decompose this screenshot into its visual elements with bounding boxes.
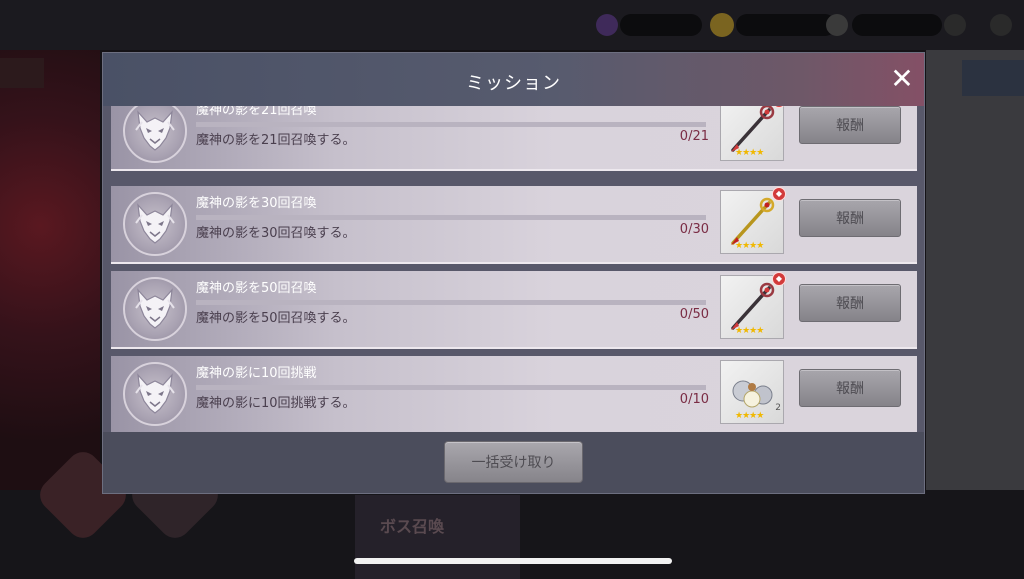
mission-description: 魔神の影を30回召喚する。 xyxy=(196,226,356,241)
mission-row: 魔神の影を30回召喚 魔神の影を30回召喚する。 0/30 ◆ ★★★★ 報酬 xyxy=(111,186,917,264)
equipment-badge-icon: ◆ xyxy=(772,272,786,286)
dialog-footer: 一括受け取り xyxy=(103,432,924,493)
mission-progress-bar xyxy=(196,122,706,127)
mission-row: 魔神の影を21回召喚 魔神の影を21回召喚する。 0/21 ◆ ★★★★ 報酬 xyxy=(111,106,917,171)
demon-mask-icon xyxy=(135,203,175,244)
mission-progress-text: 0/50 xyxy=(679,307,709,322)
coin-counter xyxy=(736,14,836,36)
mission-dialog: ミッション ✕ 魔神の影を21回召喚 魔神の影を21回召喚する。 0/21 ◆ … xyxy=(102,52,925,494)
demon-mask-icon xyxy=(135,373,175,414)
stamina-counter xyxy=(852,14,942,36)
mission-list[interactable]: 魔神の影を21回召喚 魔神の影を21回召喚する。 0/21 ◆ ★★★★ 報酬 … xyxy=(103,106,924,432)
reward-button[interactable]: 報酬 xyxy=(799,199,901,237)
reward-item-slot[interactable]: ◆ ★★★★ xyxy=(720,272,786,339)
reward-item-slot[interactable]: ◆ ★★★★ xyxy=(720,187,786,254)
mission-description: 魔神の影に10回挑戦する。 xyxy=(196,396,356,411)
boss-summon-label: ボス召喚 xyxy=(380,517,445,536)
clock-icon xyxy=(826,14,848,36)
mission-row: 魔神の影に10回挑戦 魔神の影に10回挑戦する。 0/10 ★★★★ 2 報酬 xyxy=(111,356,917,432)
rarity-stars: ★★★★ xyxy=(735,326,764,336)
rarity-stars: ★★★★ xyxy=(735,148,764,158)
character-artwork xyxy=(0,50,100,490)
reward-button[interactable]: 報酬 xyxy=(799,106,901,144)
mission-description: 魔神の影を50回召喚する。 xyxy=(196,311,356,326)
dialog-title: ミッション xyxy=(466,73,561,94)
coin-icon xyxy=(710,13,734,37)
home-indicator[interactable] xyxy=(354,558,672,564)
mission-progress-bar xyxy=(196,385,706,390)
search-icon xyxy=(944,14,966,36)
mission-title: 魔神の影を21回召喚 xyxy=(196,106,317,118)
mission-title: 魔神の影を30回召喚 xyxy=(196,196,317,211)
demon-mask-icon xyxy=(135,110,175,151)
equipment-badge-icon: ◆ xyxy=(772,187,786,201)
mission-emblem xyxy=(123,277,187,341)
settings-icon xyxy=(990,14,1012,36)
reward-button[interactable]: 報酬 xyxy=(799,369,901,407)
mission-emblem xyxy=(123,192,187,256)
reward-item-slot[interactable]: ◆ ★★★★ xyxy=(720,106,786,161)
demon-mask-icon xyxy=(135,288,175,329)
mission-emblem xyxy=(123,106,187,163)
mission-description: 魔神の影を21回召喚する。 xyxy=(196,133,356,148)
gem-counter xyxy=(620,14,702,36)
reward-button[interactable]: 報酬 xyxy=(799,284,901,322)
mission-title: 魔神の影に10回挑戦 xyxy=(196,366,317,381)
mission-emblem xyxy=(123,362,187,426)
mission-row: 魔神の影を50回召喚 魔神の影を50回召喚する。 0/50 ◆ ★★★★ 報酬 xyxy=(111,271,917,349)
right-side-panel xyxy=(926,50,1024,490)
boss-summon-tab: ボス召喚 xyxy=(355,495,520,579)
claim-all-button[interactable]: 一括受け取り xyxy=(444,441,583,483)
mission-progress-text: 0/10 xyxy=(679,392,709,407)
reward-quantity: 2 xyxy=(775,403,781,413)
rarity-stars: ★★★★ xyxy=(735,241,764,251)
mission-progress-text: 0/30 xyxy=(679,222,709,237)
top-status-bar xyxy=(0,0,1024,50)
mission-progress-bar xyxy=(196,300,706,305)
rarity-stars: ★★★★ xyxy=(735,411,764,421)
gem-icon xyxy=(596,14,618,36)
mission-title: 魔神の影を50回召喚 xyxy=(196,281,317,296)
close-button[interactable]: ✕ xyxy=(886,63,918,95)
reward-item-slot[interactable]: ★★★★ 2 xyxy=(720,360,784,424)
mission-progress-text: 0/21 xyxy=(679,129,709,144)
background-label xyxy=(0,58,44,88)
dialog-header: ミッション ✕ xyxy=(103,53,924,106)
mission-progress-bar xyxy=(196,215,706,220)
